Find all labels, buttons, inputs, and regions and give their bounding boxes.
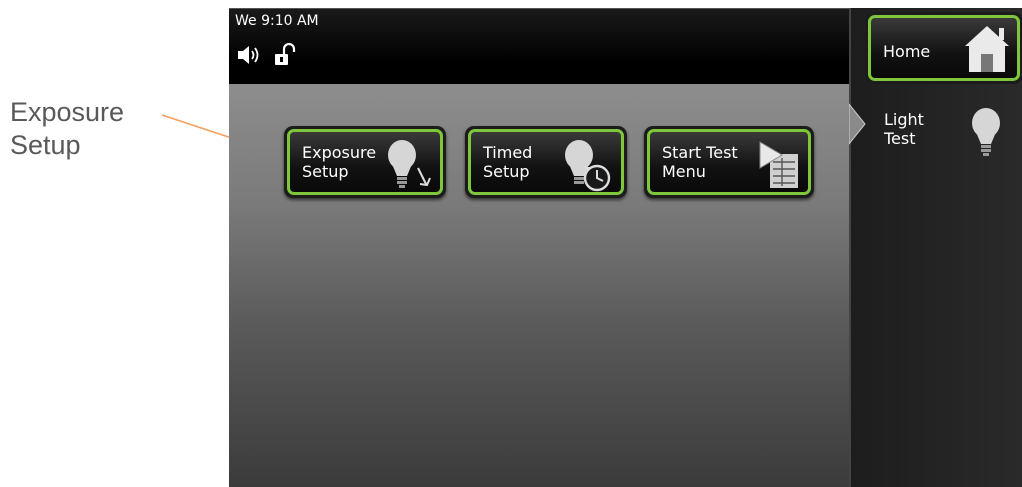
- active-pointer-icon: [849, 103, 866, 145]
- unlock-icon[interactable]: [273, 42, 297, 71]
- lightbulb-timer-icon: [561, 138, 615, 198]
- timed-setup-button[interactable]: Timed Setup: [465, 126, 627, 198]
- house-icon: [961, 22, 1013, 80]
- sidebar: Home Light Test: [849, 8, 1022, 487]
- start-test-menu-button[interactable]: Start Test Menu: [644, 126, 814, 198]
- status-bar: We 9:10 AM: [229, 8, 849, 85]
- speaker-icon[interactable]: [237, 44, 263, 70]
- clock: We 9:10 AM: [235, 13, 319, 29]
- play-list-icon: [756, 138, 802, 196]
- callout-label: Exposure Setup: [10, 97, 125, 160]
- exposure-setup-button[interactable]: Exposure Setup: [284, 126, 446, 198]
- home-button[interactable]: Home: [865, 12, 1022, 84]
- home-label: Home: [883, 42, 931, 61]
- lightbulb-icon: [969, 106, 1003, 166]
- light-test-label: Light Test: [884, 110, 924, 148]
- device-screen: We 9:10 AM Exposure Setup Timed Setup St…: [229, 8, 1022, 487]
- start-test-menu-label: Start Test Menu: [662, 143, 738, 181]
- lightbulb-arrow-icon: [384, 138, 434, 196]
- sidebar-item-light-test[interactable]: Light Test: [849, 100, 1022, 170]
